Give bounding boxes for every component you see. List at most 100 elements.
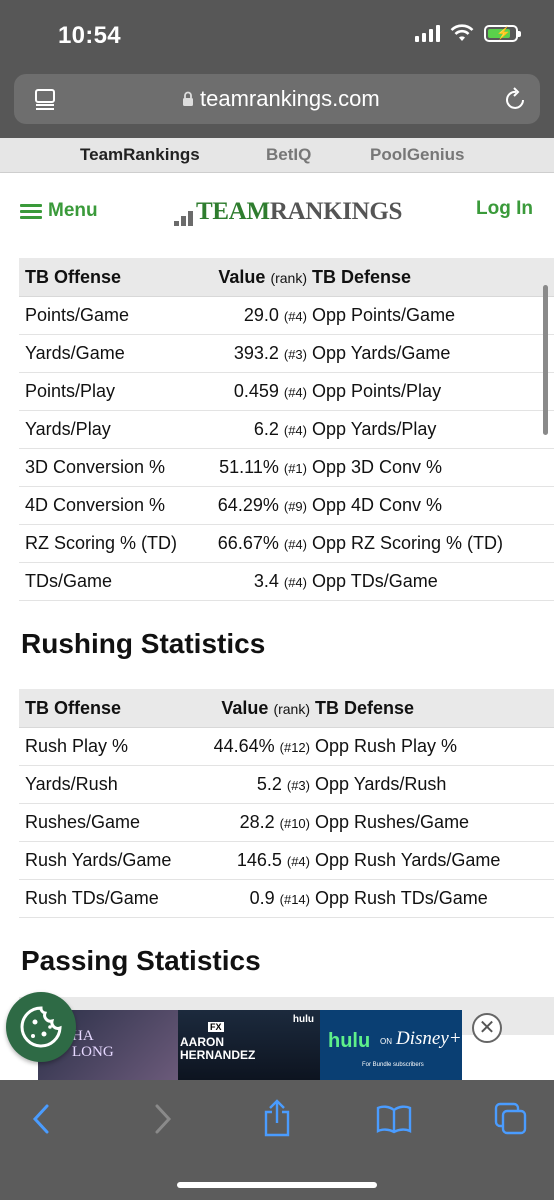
stat-name[interactable]: 4D Conversion % <box>19 486 196 525</box>
stat-name[interactable]: 3D Conversion % <box>19 448 196 487</box>
stat-name[interactable]: Rush Yards/Game <box>19 841 194 880</box>
nav-poolgenius[interactable]: PoolGenius <box>370 145 464 165</box>
stat-rank: (#4) <box>286 854 310 869</box>
cut-off-cell <box>534 486 554 525</box>
opp-stat-name[interactable]: Opp 3D Conv % <box>312 448 534 487</box>
table-row: Points/Game 29.0 (#4) Opp Points/Game <box>19 296 554 335</box>
close-icon: ✕ <box>478 1017 496 1039</box>
opp-stat-name[interactable]: Opp Points/Play <box>312 372 534 411</box>
opp-stat-name[interactable]: Opp Rush Yards/Game <box>315 841 534 880</box>
ad-panel-3[interactable]: hulu ON Disney+ For Bundle subscribers <box>320 1010 462 1080</box>
stat-name[interactable]: Points/Game <box>19 296 196 335</box>
logo-bars-icon <box>174 211 193 226</box>
stat-value: 5.2 (#3) <box>194 765 315 804</box>
stat-rank: (#9) <box>283 499 307 514</box>
cut-off-cell <box>534 841 554 880</box>
offense-defense-table: TB Offense Value (rank) TB Defense Point… <box>19 258 554 601</box>
opp-stat-name[interactable]: Opp Yards/Game <box>312 334 534 373</box>
share-icon[interactable] <box>262 1098 292 1138</box>
cut-off-cell <box>534 879 554 918</box>
ad-close-button[interactable]: ✕ <box>472 1013 502 1043</box>
stat-rank: (#14) <box>279 892 310 907</box>
stat-value: 64.29% (#9) <box>196 486 312 525</box>
ad-on-text: ON <box>380 1037 392 1046</box>
stat-rank: (#4) <box>283 385 307 400</box>
ad-banner[interactable]: HA LONG FX AARON HERNANDEZ hulu hulu ON … <box>38 1010 462 1080</box>
page-scroll-indicator[interactable] <box>543 285 548 435</box>
cut-off-cell <box>534 448 554 487</box>
stat-name[interactable]: Rushes/Game <box>19 803 194 842</box>
hamburger-icon <box>20 203 42 219</box>
opp-stat-name[interactable]: Opp TDs/Game <box>312 562 534 601</box>
opp-stat-name[interactable]: Opp Yards/Play <box>312 410 534 449</box>
cut-off-cell <box>534 562 554 601</box>
reload-icon[interactable] <box>504 86 528 112</box>
menu-button[interactable]: Menu <box>20 200 98 222</box>
battery-charging-icon: ⚡ <box>484 24 521 42</box>
stat-value: 0.459 (#4) <box>196 372 312 411</box>
lock-icon <box>183 91 193 106</box>
stat-name[interactable]: Yards/Game <box>19 334 196 373</box>
ad-panel-1-text: HA LONG <box>72 1028 114 1060</box>
home-indicator <box>177 1182 377 1188</box>
header-extra <box>534 689 554 728</box>
opp-stat-name[interactable]: Opp Rushes/Game <box>315 803 534 842</box>
stat-value: 44.64% (#12) <box>194 727 315 766</box>
table-row: Rushes/Game 28.2 (#10) Opp Rushes/Game <box>19 803 554 842</box>
login-link[interactable]: Log In <box>476 198 533 220</box>
stat-rank: (#4) <box>283 423 307 438</box>
rushing-table: TB Offense Value (rank) TB Defense Rush … <box>19 689 554 918</box>
stat-value: 146.5 (#4) <box>194 841 315 880</box>
stat-name[interactable]: TDs/Game <box>19 562 196 601</box>
table-row: Yards/Game 393.2 (#3) Opp Yards/Game <box>19 334 554 373</box>
ad-panel-2-title: AARON HERNANDEZ <box>180 1035 256 1062</box>
wifi-icon <box>450 24 474 41</box>
header-offense: TB Offense <box>19 689 194 728</box>
forward-icon[interactable] <box>150 1102 174 1136</box>
stat-name[interactable]: Yards/Play <box>19 410 196 449</box>
status-bar: 10:54 ⚡ <box>0 0 554 70</box>
address-bar[interactable]: teamrankings.com <box>14 74 540 124</box>
logo-text-rankings: RANKINGS <box>269 198 403 225</box>
stat-rank: (#1) <box>283 461 307 476</box>
opp-stat-name[interactable]: Opp Points/Game <box>312 296 534 335</box>
opp-stat-name[interactable]: Opp 4D Conv % <box>312 486 534 525</box>
stat-rank: (#4) <box>283 309 307 324</box>
table-header-row: TB Offense Value (rank) TB Defense <box>19 258 554 297</box>
teamrankings-logo[interactable]: TEAM RANKINGS <box>174 198 402 226</box>
reader-mode-icon[interactable] <box>34 88 56 110</box>
opp-stat-name[interactable]: Opp RZ Scoring % (TD) <box>312 524 534 563</box>
opp-stat-name[interactable]: Opp Rush Play % <box>315 727 534 766</box>
stat-name[interactable]: Rush Play % <box>19 727 194 766</box>
back-icon[interactable] <box>30 1102 54 1136</box>
table-header-row: TB Offense Value (rank) TB Defense <box>19 689 554 728</box>
cut-off-cell <box>534 727 554 766</box>
nav-teamrankings[interactable]: TeamRankings <box>80 145 200 165</box>
table-row: Yards/Play 6.2 (#4) Opp Yards/Play <box>19 410 554 449</box>
url-text: teamrankings.com <box>200 86 380 111</box>
table-row: RZ Scoring % (TD) 66.67% (#4) Opp RZ Scori… <box>19 524 554 563</box>
stat-rank: (#4) <box>283 537 307 552</box>
stat-name[interactable]: Rush TDs/Game <box>19 879 194 918</box>
header-value: Value (rank) <box>194 689 315 728</box>
nav-betiq[interactable]: BetIQ <box>266 145 311 165</box>
ad-hulu-logo: hulu <box>328 1030 371 1052</box>
tabs-icon[interactable] <box>494 1102 528 1136</box>
stat-name[interactable]: Yards/Rush <box>19 765 194 804</box>
stat-name[interactable]: RZ Scoring % (TD) <box>19 524 196 563</box>
table-row: Rush TDs/Game 0.9 (#14) Opp Rush TDs/Game <box>19 879 554 918</box>
cookie-settings-button[interactable] <box>6 992 76 1062</box>
ad-fx-badge: FX <box>208 1022 224 1032</box>
ad-panel-2[interactable]: FX AARON HERNANDEZ hulu <box>178 1010 320 1080</box>
logo-text-team: TEAM <box>196 198 270 225</box>
bookmarks-icon[interactable] <box>376 1104 412 1134</box>
opp-stat-name[interactable]: Opp Rush TDs/Game <box>315 879 534 918</box>
rushing-section-title: Rushing Statistics <box>21 628 266 659</box>
stat-name[interactable]: Points/Play <box>19 372 196 411</box>
main-content: TB Offense Value (rank) TB Defense Point… <box>0 245 554 1080</box>
stat-rank: (#10) <box>279 816 310 831</box>
cookie-icon <box>20 1006 62 1048</box>
opp-stat-name[interactable]: Opp Yards/Rush <box>315 765 534 804</box>
stat-rank: (#4) <box>283 575 307 590</box>
menu-label: Menu <box>48 200 98 221</box>
